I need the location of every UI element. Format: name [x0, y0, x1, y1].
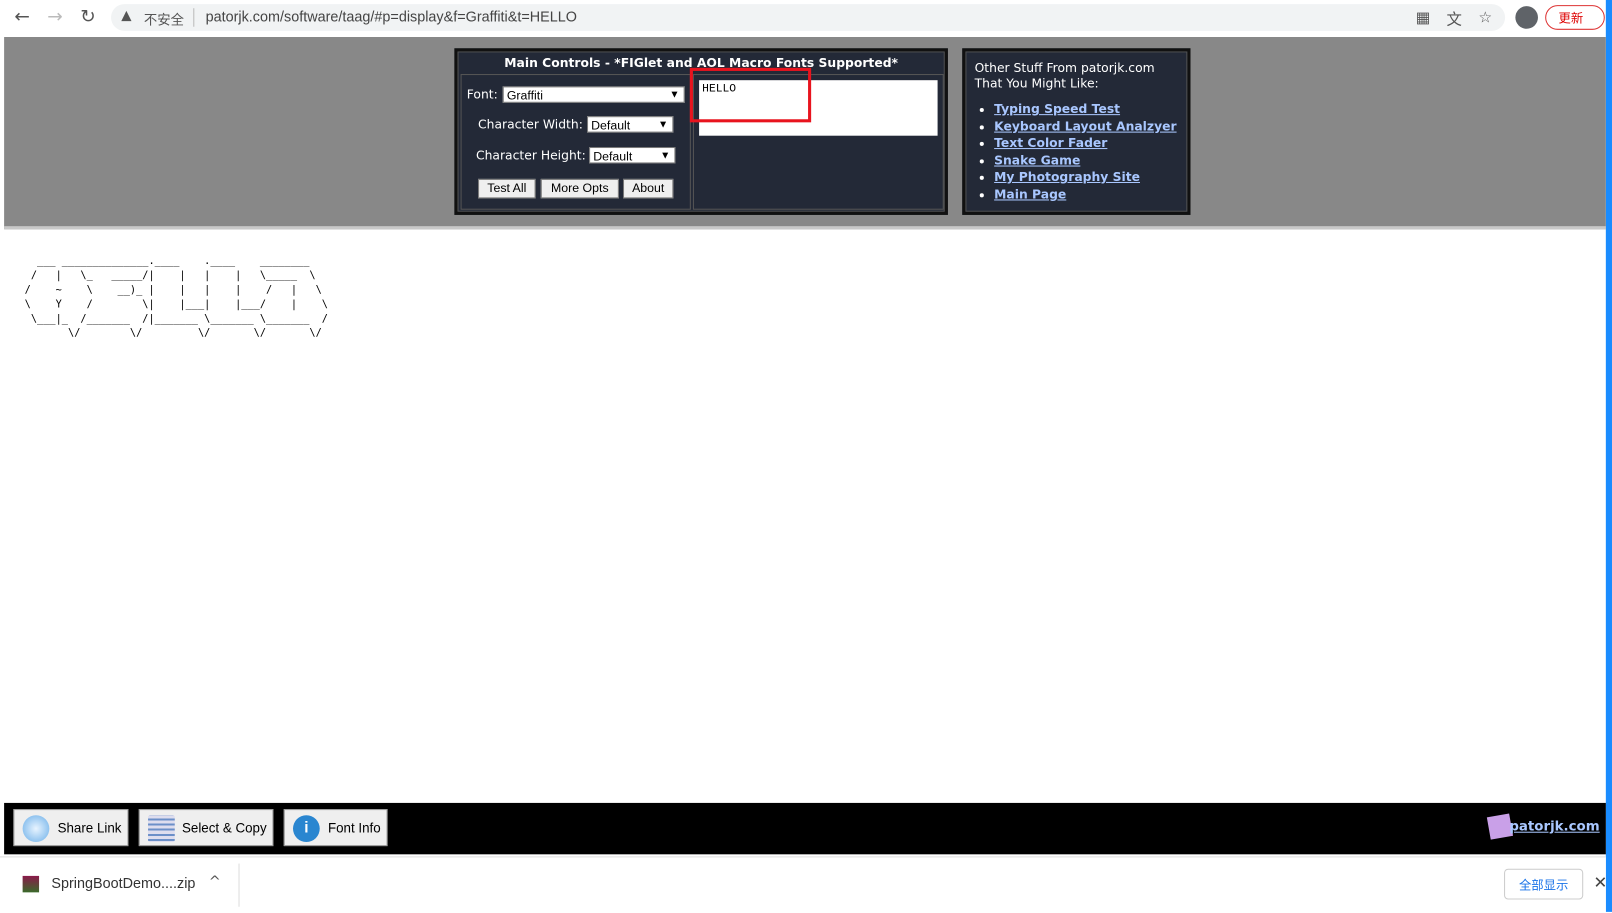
warning-icon: ▲: [121, 8, 132, 24]
speech-bubble-icon: [22, 815, 50, 842]
char-width-select[interactable]: Default ▼: [587, 116, 674, 133]
char-height-select[interactable]: Default ▼: [589, 147, 676, 164]
test-all-button[interactable]: Test All: [478, 178, 536, 199]
link-main-page[interactable]: Main Page: [994, 187, 1066, 201]
share-link-button[interactable]: Share Link: [13, 809, 129, 847]
qr-code-icon[interactable]: ▦: [1416, 8, 1431, 27]
link-keyboard-layout-analyzer[interactable]: Keyboard Layout Analzyer: [994, 119, 1176, 133]
star-icon[interactable]: ☆: [1478, 8, 1492, 27]
font-select[interactable]: Graffiti ▼: [502, 86, 685, 103]
char-width-label: Character Width:: [478, 117, 583, 132]
archive-icon: [22, 875, 40, 893]
chevron-down-icon: ▼: [658, 119, 669, 131]
browser-toolbar: ← → ↻ ▲ 不安全 patorjk.com/software/taag/#p…: [0, 0, 1612, 35]
more-opts-button[interactable]: More Opts: [540, 178, 619, 199]
download-bar: SpringBootDemo....zip ^ 全部显示 ✕: [0, 856, 1607, 913]
font-label: Font:: [466, 87, 498, 102]
font-info-button[interactable]: i Font Info: [283, 809, 388, 847]
divider: [193, 8, 195, 27]
font-value: Graffiti: [506, 88, 543, 103]
forward-icon[interactable]: →: [47, 6, 63, 28]
link-typing-speed-test[interactable]: Typing Speed Test: [994, 102, 1120, 116]
info-icon: i: [292, 815, 320, 842]
footer-bar: Share Link Select & Copy i Font Info pat…: [4, 802, 1606, 855]
address-bar[interactable]: ▲ 不安全 patorjk.com/software/taag/#p=displ…: [111, 4, 1506, 31]
brand-link[interactable]: patorjk.com: [1509, 819, 1599, 834]
link-text-color-fader[interactable]: Text Color Fader: [994, 136, 1107, 150]
security-label: 不安全: [143, 13, 185, 29]
heading-line: That You Might Like:: [974, 76, 1099, 91]
share-link-label: Share Link: [57, 820, 122, 836]
close-icon[interactable]: ✕: [1593, 873, 1607, 893]
show-all-button[interactable]: 全部显示: [1504, 868, 1584, 900]
char-height-value: Default: [593, 149, 633, 164]
window-edge: [1605, 0, 1612, 912]
chevron-up-icon[interactable]: ^: [209, 874, 221, 890]
heading-line: Other Stuff From patorjk.com: [974, 60, 1155, 76]
profile-avatar[interactable]: [1515, 6, 1538, 29]
link-snake-game[interactable]: Snake Game: [994, 153, 1080, 167]
controls-left: Font: Graffiti ▼ Character Width: Default…: [460, 74, 691, 210]
link-photography-site[interactable]: My Photography Site: [994, 170, 1140, 184]
divider: [238, 863, 240, 907]
back-icon[interactable]: ←: [14, 6, 30, 28]
highlight-box: [689, 67, 812, 123]
char-width-value: Default: [591, 118, 631, 133]
reload-icon[interactable]: ↻: [80, 6, 96, 28]
chevron-down-icon: ▼: [660, 150, 671, 162]
links-list: Typing Speed Test Keyboard Layout Analzy…: [976, 101, 1176, 203]
font-info-label: Font Info: [327, 820, 381, 836]
select-copy-label: Select & Copy: [181, 820, 267, 836]
download-file-name[interactable]: SpringBootDemo....zip: [51, 875, 195, 891]
about-button[interactable]: About: [623, 178, 674, 199]
ascii-art-output[interactable]: ___ ______________.____ .____ ________ /…: [25, 255, 328, 341]
update-button[interactable]: 更新: [1545, 5, 1605, 30]
char-height-label: Character Height:: [475, 148, 586, 163]
document-icon: [148, 815, 175, 842]
other-stuff-heading: Other Stuff From patorjk.com That You Mig…: [975, 61, 1155, 92]
other-stuff-panel: Other Stuff From patorjk.com That You Mig…: [962, 48, 1191, 215]
select-copy-button[interactable]: Select & Copy: [138, 809, 274, 847]
chevron-down-icon: ▼: [669, 89, 680, 101]
translate-icon[interactable]: 文: [1446, 8, 1461, 30]
url-text[interactable]: patorjk.com/software/taag/#p=display&f=G…: [206, 8, 577, 24]
